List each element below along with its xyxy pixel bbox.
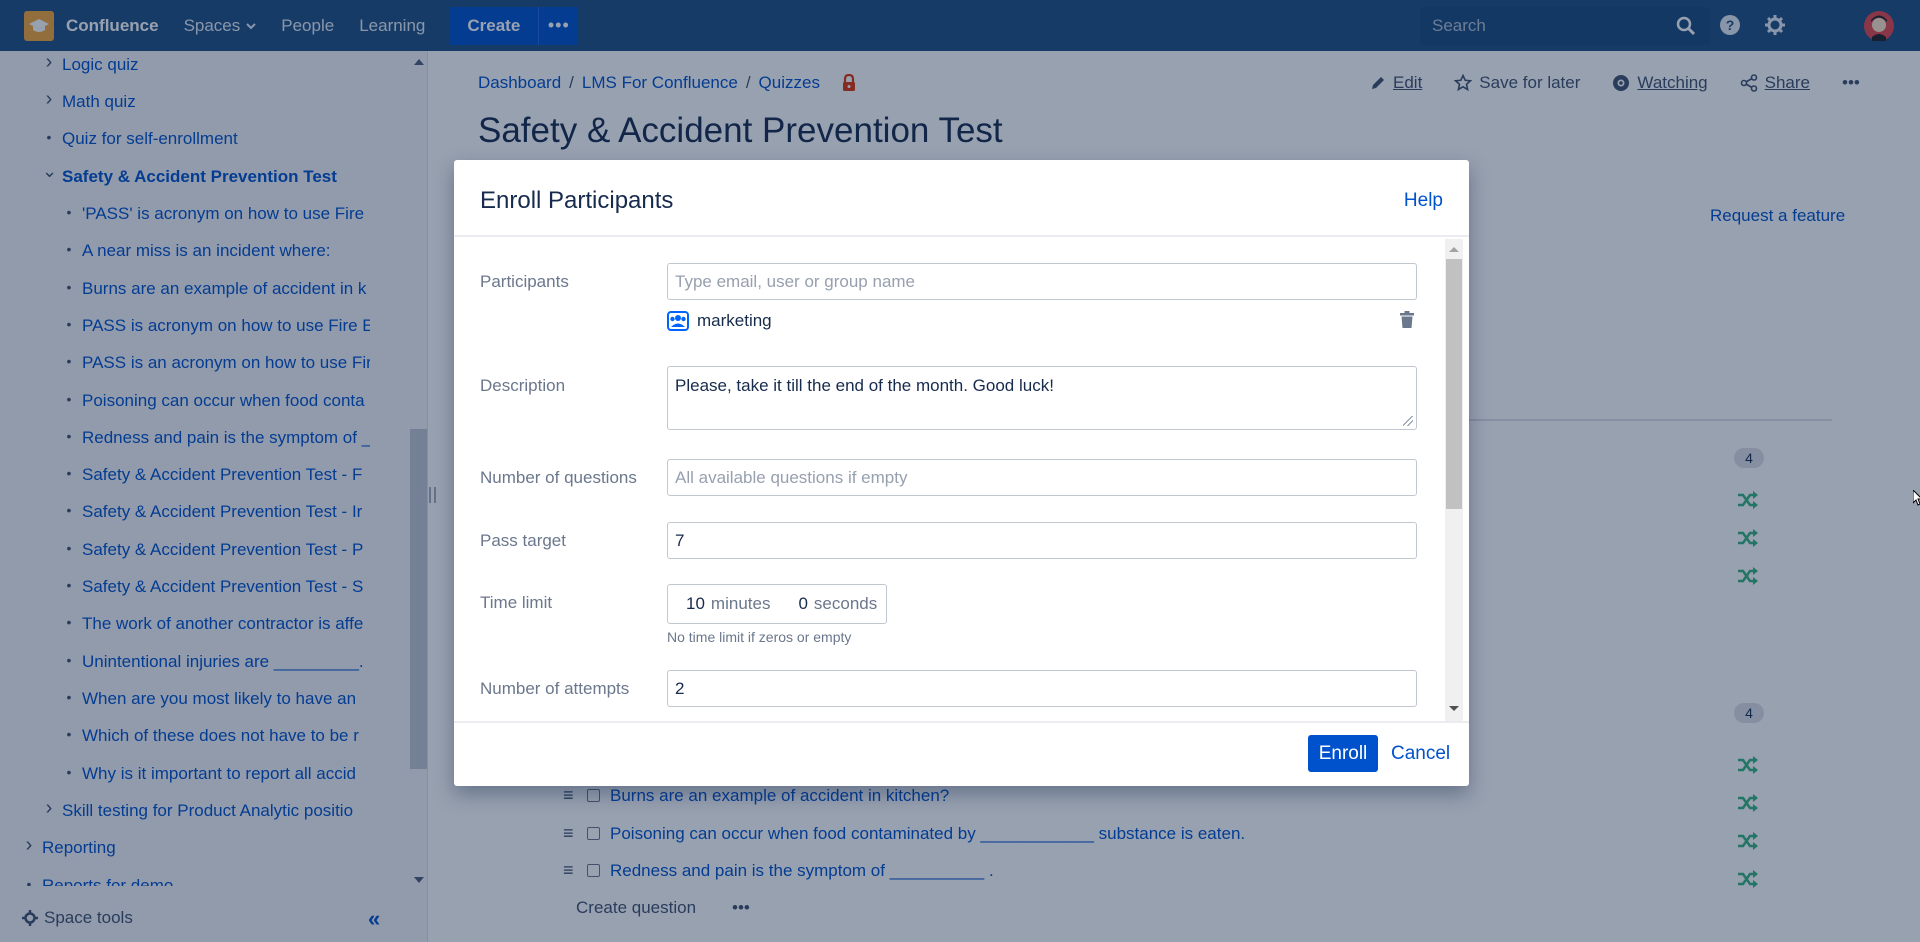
dialog-scroll-thumb[interactable] (1446, 259, 1462, 509)
mouse-cursor-icon (1913, 490, 1920, 506)
dialog-header: Enroll Participants Help (454, 160, 1469, 237)
scroll-up-arrow-icon[interactable] (1449, 247, 1459, 252)
pass-target-label: Pass target (480, 531, 566, 550)
enroll-button[interactable]: Enroll (1308, 735, 1378, 772)
attempts-value: 2 (675, 678, 685, 698)
trash-icon[interactable] (1399, 311, 1415, 329)
participants-label: Participants (480, 272, 569, 291)
minutes-unit: minutes (710, 594, 771, 613)
resize-handle-icon[interactable] (1403, 416, 1413, 426)
pass-target-input[interactable]: 7 (667, 522, 1417, 559)
help-link[interactable]: Help (1404, 190, 1443, 212)
enroll-participants-dialog: Enroll Participants Help Participants Ty… (454, 160, 1469, 786)
dialog-title: Enroll Participants (480, 187, 674, 214)
pass-target-value: 7 (675, 530, 685, 550)
description-value: Please, take it till the end of the mont… (675, 376, 1054, 395)
participant-tag: marketing (667, 311, 772, 331)
participant-name: marketing (697, 311, 772, 330)
description-textarea[interactable]: Please, take it till the end of the mont… (667, 366, 1417, 430)
num-questions-input[interactable]: All available questions if empty (667, 459, 1417, 496)
time-limit-input[interactable]: 10 minutes 0 seconds (667, 584, 887, 624)
seconds-unit: seconds (813, 594, 878, 613)
participants-placeholder: Type email, user or group name (675, 271, 916, 291)
num-questions-placeholder: All available questions if empty (675, 467, 908, 487)
group-icon (667, 311, 689, 331)
attempts-label: Number of attempts (480, 679, 630, 698)
description-label: Description (480, 376, 566, 395)
time-limit-label: Time limit (480, 593, 553, 612)
cancel-button[interactable]: Cancel (1391, 743, 1450, 765)
participants-input[interactable]: Type email, user or group name (667, 263, 1417, 300)
scroll-down-arrow-icon[interactable] (1449, 706, 1459, 711)
dialog-body: Participants Type email, user or group n… (454, 239, 1469, 721)
seconds-value[interactable]: 0 (798, 594, 807, 614)
num-questions-label: Number of questions (480, 468, 637, 487)
minutes-value[interactable]: 10 (686, 594, 705, 614)
attempts-input[interactable]: 2 (667, 670, 1417, 707)
dialog-scrollbar[interactable] (1445, 239, 1463, 721)
time-limit-hint: No time limit if zeros or empty (667, 629, 852, 645)
